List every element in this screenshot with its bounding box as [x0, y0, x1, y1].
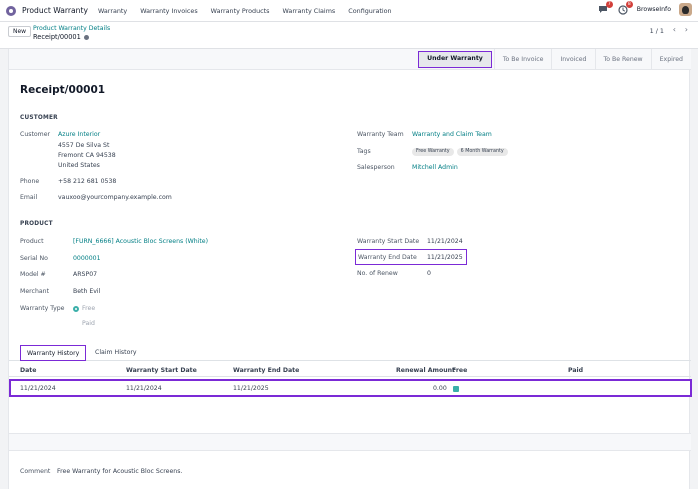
- menu-warranty-products[interactable]: Warranty Products: [211, 7, 270, 15]
- app-name[interactable]: Product Warranty: [22, 6, 88, 15]
- cell-end-date: 11/21/2025: [233, 385, 269, 392]
- pager-value[interactable]: 1 / 1: [650, 27, 664, 35]
- address-line-3: United States: [58, 162, 100, 169]
- activity-clock-icon[interactable]: 8: [617, 0, 633, 16]
- table-row[interactable]: 11/21/2024 11/21/2024 11/21/2025 0.00: [9, 379, 692, 397]
- cell-free-checkbox[interactable]: [453, 386, 459, 392]
- end-date-field[interactable]: 11/21/2025: [427, 254, 463, 261]
- top-navbar: Product Warranty Warranty Warranty Invoi…: [0, 0, 698, 22]
- product-label: Product: [20, 238, 44, 245]
- breadcrumb-current: Receipt/00001: [33, 33, 89, 41]
- salesperson-field[interactable]: Mitchell Admin: [412, 164, 458, 171]
- new-button[interactable]: New: [8, 26, 32, 37]
- warranty-type-label: Warranty Type: [20, 305, 65, 312]
- comment-label: Comment: [20, 468, 51, 475]
- col-date[interactable]: Date: [20, 367, 36, 374]
- radio-free[interactable]: [73, 306, 79, 312]
- tags-label: Tags: [357, 148, 371, 155]
- address-line-2: Fremont CA 94538: [58, 152, 116, 159]
- radio-free-label: Free: [82, 305, 96, 312]
- merchant-label: Merchant: [20, 288, 50, 295]
- model-label: Model #: [20, 271, 46, 278]
- control-panel: New Product Warranty Details Receipt/000…: [0, 22, 698, 49]
- app-menu-icon[interactable]: [6, 5, 16, 16]
- col-paid[interactable]: Paid: [568, 367, 583, 374]
- form-sheet: Under Warranty To Be Invoice Invoiced To…: [8, 48, 692, 489]
- record-title: Receipt/00001: [20, 84, 106, 96]
- renew-field[interactable]: 0: [427, 270, 431, 277]
- tag-free-warranty[interactable]: Free Warranty: [412, 148, 454, 156]
- phone-label: Phone: [20, 178, 40, 185]
- menu-warranty-claims[interactable]: Warranty Claims: [283, 7, 336, 15]
- status-bar: Under Warranty To Be Invoice Invoiced To…: [9, 48, 691, 70]
- start-date-field[interactable]: 11/21/2024: [427, 238, 463, 245]
- stage-invoiced[interactable]: Invoiced: [551, 48, 594, 70]
- cell-renewal-amount: 0.00: [433, 385, 447, 392]
- stage-expired[interactable]: Expired: [650, 48, 691, 70]
- menu-warranty[interactable]: Warranty: [98, 7, 127, 15]
- stage-to-be-renew[interactable]: To Be Renew: [594, 48, 651, 70]
- pager-next-icon[interactable]: ›: [685, 25, 688, 34]
- warranty-team-label: Warranty Team: [357, 131, 404, 138]
- chat-icon[interactable]: 7: [597, 0, 613, 16]
- warranty-team-field[interactable]: Warranty and Claim Team: [412, 131, 492, 138]
- gear-icon[interactable]: [83, 34, 89, 40]
- end-date-label: Warranty End Date: [358, 254, 417, 261]
- address-line-1: 4557 De Silva St: [58, 142, 110, 149]
- user-avatar[interactable]: [679, 3, 692, 16]
- chat-badge: 7: [605, 0, 613, 8]
- salesperson-label: Salesperson: [357, 164, 395, 171]
- history-table-header: Date Warranty Start Date Warranty End Da…: [9, 364, 691, 377]
- tags-field[interactable]: Free Warranty 6 Month Warranty: [412, 148, 511, 156]
- renew-label: No. of Renew: [357, 270, 398, 277]
- merchant-field[interactable]: Beth Evil: [73, 288, 100, 295]
- cell-date: 11/21/2024: [20, 385, 56, 392]
- stage-under-warranty[interactable]: Under Warranty: [418, 50, 492, 68]
- serial-field[interactable]: 0000001: [73, 255, 101, 262]
- notebook-tabs: Warranty History Claim History: [9, 345, 691, 361]
- user-name[interactable]: BrowseInfo: [637, 6, 671, 13]
- col-start-date[interactable]: Warranty Start Date: [126, 367, 197, 374]
- phone-field[interactable]: +58 212 681 0538: [58, 178, 116, 185]
- stage-to-be-invoice[interactable]: To Be Invoice: [493, 48, 552, 70]
- breadcrumb-current-label: Receipt/00001: [33, 33, 81, 41]
- col-end-date[interactable]: Warranty End Date: [233, 367, 299, 374]
- serial-label: Serial No: [20, 255, 48, 262]
- product-section-heading: PRODUCT: [20, 221, 53, 227]
- pager-prev-icon[interactable]: ‹: [673, 25, 676, 34]
- breadcrumb-parent[interactable]: Product Warranty Details: [33, 25, 110, 32]
- menu-configuration[interactable]: Configuration: [348, 7, 391, 15]
- table-footer-row: [9, 433, 691, 451]
- comment-field[interactable]: Free Warranty for Acoustic Bloc Screens.: [57, 468, 182, 475]
- customer-label: Customer: [20, 131, 51, 138]
- customer-field[interactable]: Azure Interior: [58, 131, 100, 138]
- start-date-label: Warranty Start Date: [357, 238, 420, 245]
- menu-warranty-invoices[interactable]: Warranty Invoices: [140, 7, 197, 15]
- col-renewal-amount[interactable]: Renewal Amount: [396, 367, 455, 374]
- email-field[interactable]: vauxoo@yourcompany.example.com: [58, 194, 172, 201]
- tab-warranty-history[interactable]: Warranty History: [20, 345, 87, 361]
- col-free[interactable]: Free: [452, 367, 467, 374]
- model-field[interactable]: ARSP07: [73, 271, 97, 278]
- cell-start-date: 11/21/2024: [126, 385, 162, 392]
- product-field[interactable]: [FURN_6666] Acoustic Bloc Screens (White…: [73, 238, 208, 245]
- customer-section-heading: CUSTOMER: [20, 115, 58, 121]
- radio-paid-label: Paid: [82, 320, 95, 327]
- tab-claim-history[interactable]: Claim History: [89, 345, 143, 361]
- activity-badge: 8: [625, 0, 633, 8]
- email-label: Email: [20, 194, 38, 201]
- tag-6-month-warranty[interactable]: 6 Month Warranty: [456, 148, 508, 156]
